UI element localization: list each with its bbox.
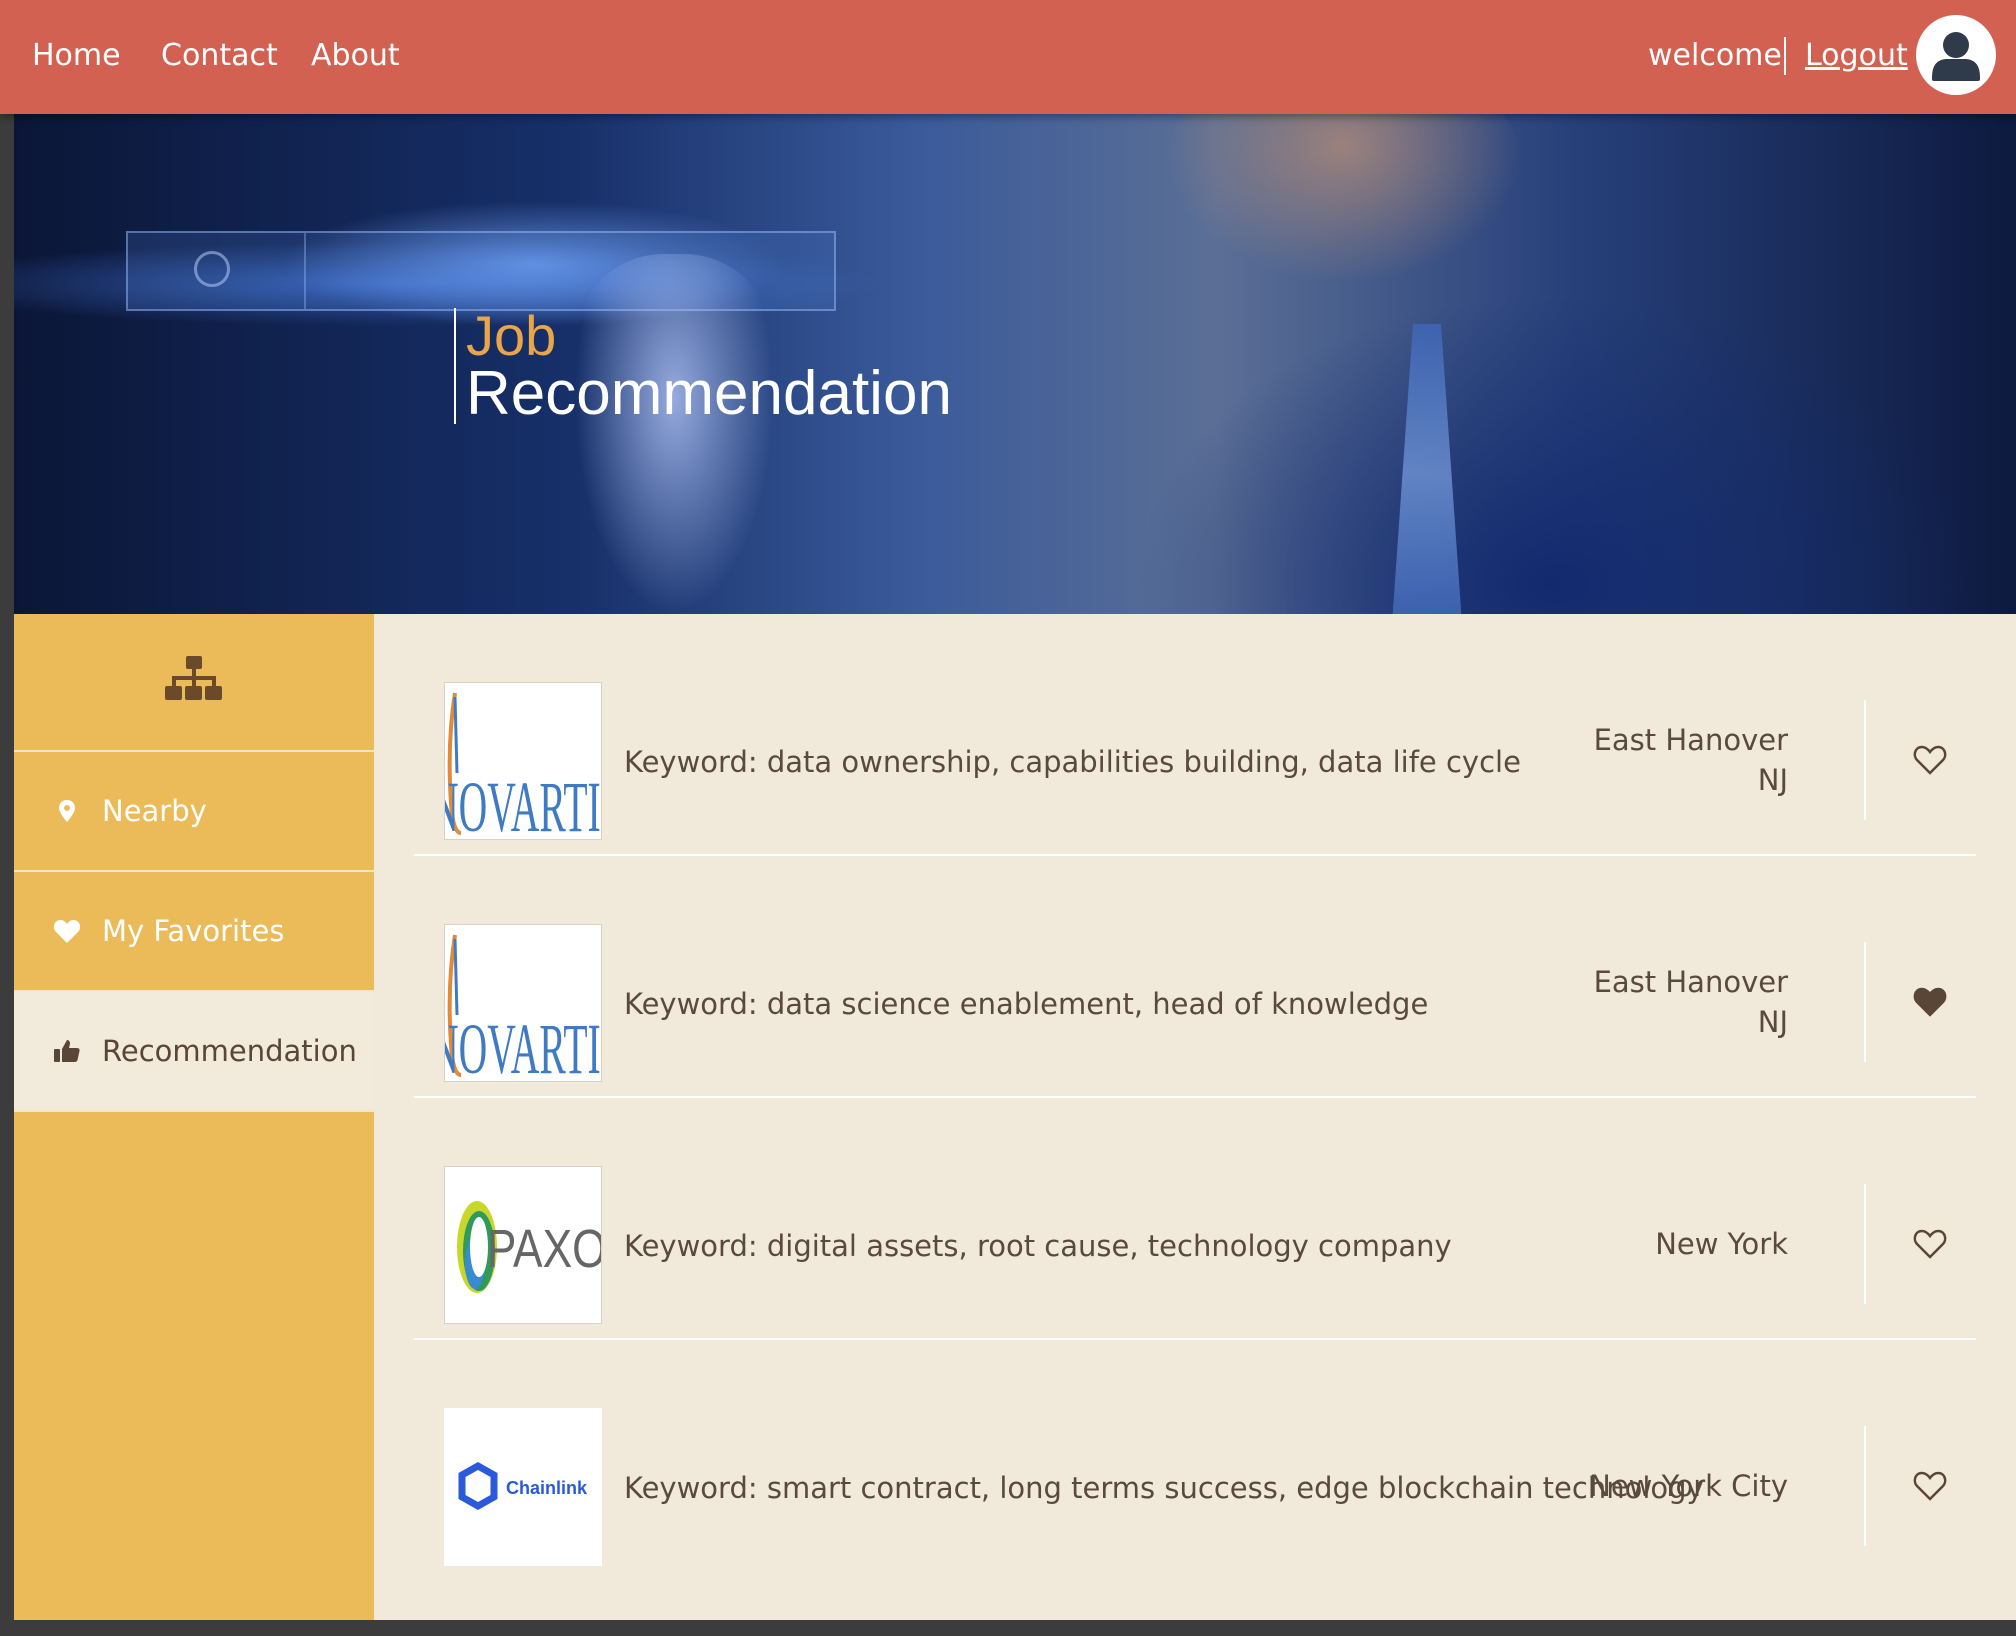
- nav-contact-link[interactable]: Contact: [161, 0, 278, 114]
- sidebar-item-my-favorites[interactable]: My Favorites: [14, 872, 374, 992]
- hero-title-line1: Job: [466, 304, 557, 367]
- user-icon: [1932, 32, 1980, 81]
- map-marker-icon: [59, 800, 75, 822]
- company-logo: Chainlink: [444, 1408, 602, 1566]
- avatar[interactable]: [1916, 15, 1996, 95]
- heart-filled-icon[interactable]: [1912, 984, 1948, 1018]
- thumbs-up-icon: [54, 1040, 80, 1062]
- svg-text:NOVARTIS: NOVARTIS: [445, 1009, 602, 1082]
- nav-about-link[interactable]: About: [311, 0, 400, 114]
- job-location: East Hanover NJ: [1593, 965, 1788, 1039]
- heart-outline-icon[interactable]: [1912, 1226, 1948, 1260]
- job-list: NOVARTIS Keyword: data ownership, capabi…: [374, 614, 2016, 1620]
- sidebar-item-label: My Favorites: [102, 914, 285, 948]
- hero-person-suit: [1054, 204, 2014, 614]
- company-logo: NOVARTIS: [444, 682, 602, 840]
- sidebar-item-label: Recommendation: [102, 1034, 357, 1068]
- nav-divider: [1784, 37, 1786, 75]
- heart-outline-icon[interactable]: [1912, 1468, 1948, 1502]
- job-item[interactable]: PAXOS Keyword: digital assets, root caus…: [414, 1098, 1976, 1340]
- svg-text:Chainlink: Chainlink: [506, 1478, 588, 1498]
- sidebar-item-nearby[interactable]: Nearby: [14, 752, 374, 872]
- job-item[interactable]: NOVARTIS Keyword: data ownership, capabi…: [414, 614, 1976, 856]
- side-menu-header: [14, 614, 374, 752]
- svg-text:NOVARTIS: NOVARTIS: [445, 767, 602, 840]
- job-item[interactable]: Chainlink Keyword: smart contract, long …: [414, 1340, 1976, 1580]
- job-item[interactable]: NOVARTIS Keyword: data science enablemen…: [414, 856, 1976, 1098]
- hero-title: Job Recommendation: [454, 304, 952, 428]
- svg-text:PAXOS: PAXOS: [487, 1219, 602, 1279]
- sidebar-item-recommendation[interactable]: Recommendation: [14, 992, 374, 1112]
- heart-outline-icon[interactable]: [1912, 742, 1948, 776]
- company-logo: NOVARTIS: [444, 924, 602, 1082]
- search-icon: [194, 251, 230, 287]
- job-location: New York: [1655, 1227, 1788, 1261]
- top-navbar: Home Contact About welcome Logout: [0, 0, 2016, 114]
- heart-icon: [53, 920, 81, 943]
- job-keywords: Keyword: smart contract, long terms succ…: [624, 1471, 1704, 1505]
- sidebar-item-label: Nearby: [102, 794, 207, 828]
- job-location: New York City: [1589, 1469, 1788, 1503]
- welcome-text: welcome: [1648, 38, 1782, 73]
- side-menu: Nearby My Favorites Recommendation: [14, 614, 374, 1620]
- job-location: East Hanover NJ: [1593, 723, 1788, 797]
- sitemap-icon: [165, 656, 222, 700]
- hero-title-line2: Recommendation: [466, 359, 952, 428]
- logout-link[interactable]: Logout: [1805, 0, 1908, 114]
- company-logo: PAXOS: [444, 1166, 602, 1324]
- nav-home-link[interactable]: Home: [32, 0, 121, 114]
- hero-banner: Job Recommendation: [14, 114, 2016, 614]
